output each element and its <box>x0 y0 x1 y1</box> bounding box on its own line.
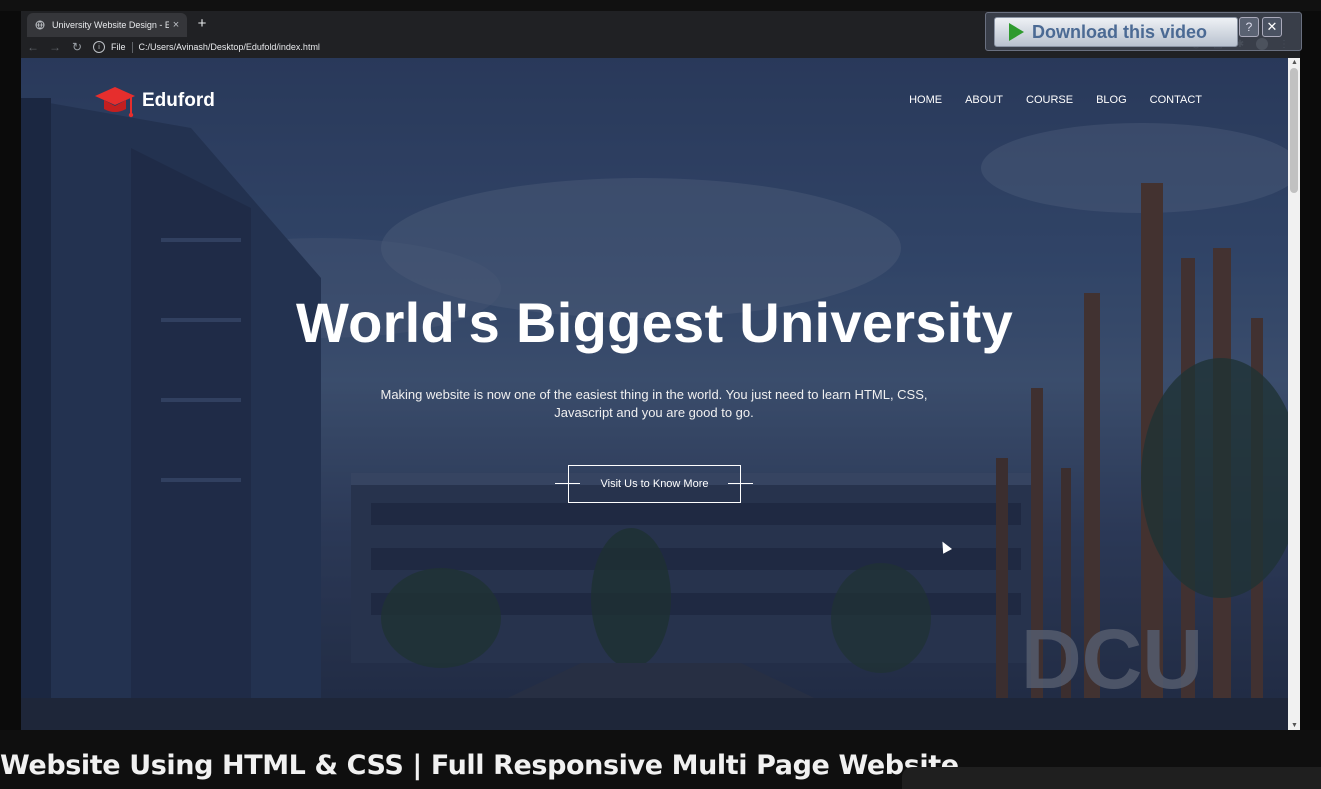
close-tab-icon[interactable]: × <box>169 19 183 31</box>
frame-right <box>1300 11 1321 730</box>
globe-icon <box>34 19 46 31</box>
main-nav: HOME ABOUT COURSE BLOG CONTACT <box>909 94 1202 106</box>
new-tab-button[interactable]: + <box>193 14 211 34</box>
scrollbar-thumb[interactable] <box>1290 68 1298 193</box>
nav-about[interactable]: ABOUT <box>965 94 1003 106</box>
scroll-down-icon[interactable]: ▼ <box>1291 722 1298 729</box>
frame-top <box>0 0 1321 11</box>
hero-title: World's Biggest University <box>295 291 1014 354</box>
download-video-overlay: Download this video ? ✕ <box>985 12 1302 51</box>
nav-course[interactable]: COURSE <box>1026 94 1073 106</box>
nav-contact[interactable]: CONTACT <box>1150 94 1202 106</box>
nav-blog[interactable]: BLOG <box>1096 94 1127 106</box>
logo-text: Eduford <box>142 90 215 111</box>
file-label: File <box>111 42 126 52</box>
frame-left <box>0 11 21 730</box>
visit-us-button[interactable]: Visit Us to Know More <box>568 465 741 503</box>
site-logo[interactable]: Eduford <box>94 83 215 119</box>
graduation-cap-icon <box>95 87 135 118</box>
page-scrollbar[interactable]: ▲ ▼ <box>1288 58 1300 730</box>
video-title: Website Using HTML & CSS | Full Responsi… <box>0 750 959 781</box>
play-icon <box>1009 23 1024 41</box>
info-icon[interactable]: i <box>93 41 105 53</box>
download-label: Download this video <box>1032 21 1208 42</box>
reload-icon[interactable]: ↻ <box>67 37 87 57</box>
back-arrow-icon[interactable]: ← <box>23 37 43 57</box>
tab-title: University Website Design - Easy <box>52 20 169 30</box>
close-overlay-button[interactable]: ✕ <box>1262 17 1282 37</box>
separator <box>131 41 133 53</box>
help-button[interactable]: ? <box>1239 17 1259 37</box>
download-video-button[interactable]: Download this video <box>994 17 1238 47</box>
nav-home[interactable]: HOME <box>909 94 942 106</box>
url-text: C:/Users/Avinash/Desktop/Edufold/index.h… <box>138 42 320 52</box>
hero-cta-wrap: Visit Us to Know More <box>555 465 755 503</box>
page-viewport: DCU Eduford HOME ABOUT COURSE BLOG CONTA… <box>21 58 1288 730</box>
forward-arrow-icon[interactable]: → <box>45 37 65 57</box>
bottom-panel <box>902 767 1321 789</box>
hero-subtitle: Making website is now one of the easiest… <box>380 387 928 420</box>
browser-tab[interactable]: University Website Design - Easy × <box>27 13 187 37</box>
scroll-up-icon[interactable]: ▲ <box>1291 59 1298 66</box>
address-bar[interactable]: i File C:/Users/Avinash/Desktop/Edufold/… <box>93 38 320 56</box>
cta-line-right <box>728 483 753 484</box>
